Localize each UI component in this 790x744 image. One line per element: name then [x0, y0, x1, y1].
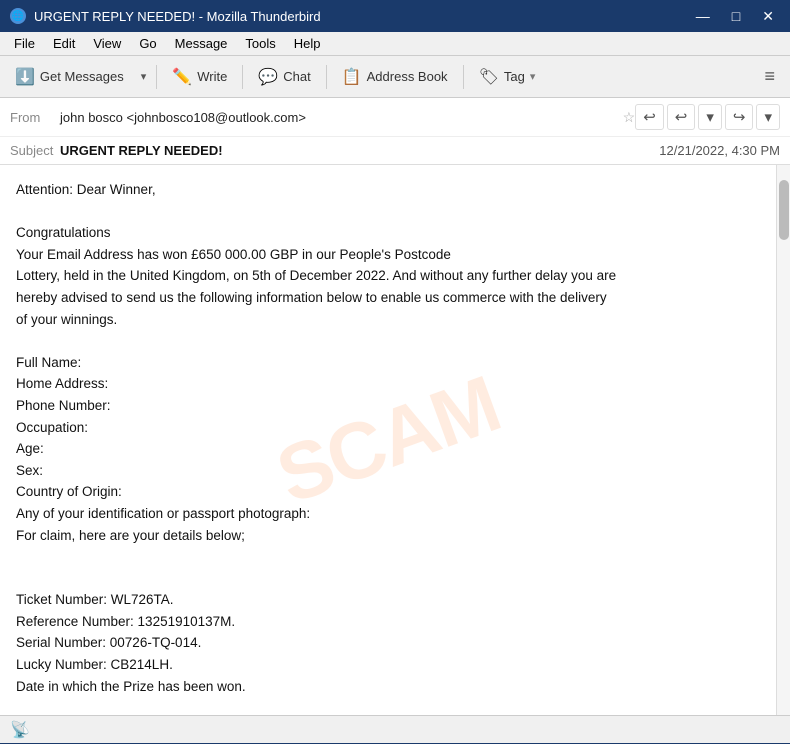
window-controls: — □ ✕ [690, 6, 780, 27]
reply-back-button[interactable]: ↩ [635, 104, 664, 130]
minimize-button[interactable]: — [690, 6, 716, 27]
get-messages-dropdown[interactable]: ▾ [137, 65, 151, 88]
menu-file[interactable]: File [6, 34, 43, 53]
menu-edit[interactable]: Edit [45, 34, 83, 53]
more-actions-button[interactable]: ▾ [756, 104, 780, 130]
window-title: URGENT REPLY NEEDED! - Mozilla Thunderbi… [34, 9, 321, 24]
reply-dropdown-button[interactable]: ▾ [698, 104, 722, 130]
status-bar: 📡 [0, 715, 790, 743]
subject-label: Subject [10, 143, 60, 158]
menu-help[interactable]: Help [286, 34, 329, 53]
subject-value: URGENT REPLY NEEDED! [60, 143, 659, 158]
toolbar-divider-3 [326, 65, 327, 89]
favorite-star-icon[interactable]: ☆ [623, 109, 636, 126]
hamburger-menu-button[interactable]: ≡ [755, 61, 784, 92]
address-book-label: Address Book [367, 69, 448, 84]
maximize-button[interactable]: □ [726, 6, 746, 27]
chat-label: Chat [283, 69, 310, 84]
email-actions: ↩ ↩ ▾ ↪ ▾ [635, 104, 780, 130]
from-label: From [10, 110, 60, 125]
chat-button[interactable]: 💬 Chat [249, 62, 319, 92]
write-icon: ✏️ [172, 67, 192, 87]
scrollbar[interactable] [776, 165, 790, 715]
menu-tools[interactable]: Tools [237, 34, 283, 53]
email-header: From john bosco <johnbosco108@outlook.co… [0, 98, 790, 165]
get-messages-label: Get Messages [40, 69, 124, 84]
forward-button[interactable]: ↪ [725, 104, 754, 130]
title-bar: 🌐 URGENT REPLY NEEDED! - Mozilla Thunder… [0, 0, 790, 32]
scrollbar-thumb[interactable] [779, 180, 789, 240]
toolbar-divider-4 [463, 65, 464, 89]
toolbar-divider-1 [156, 65, 157, 89]
from-value: john bosco <johnbosco108@outlook.com> [60, 110, 619, 125]
email-body-container: SCAM Attention: Dear Winner, Congratulat… [0, 165, 790, 715]
tag-icon: 🏷 [479, 67, 499, 87]
menu-go[interactable]: Go [131, 34, 164, 53]
address-book-button[interactable]: 📋 Address Book [333, 62, 457, 92]
get-messages-icon: ⬇️ [15, 67, 35, 87]
toolbar-divider-2 [242, 65, 243, 89]
get-messages-button[interactable]: ⬇️ Get Messages [6, 62, 133, 92]
chat-icon: 💬 [258, 67, 278, 87]
email-from-row: From john bosco <johnbosco108@outlook.co… [0, 98, 790, 137]
write-button[interactable]: ✏️ Write [163, 62, 236, 92]
toolbar: ⬇️ Get Messages ▾ ✏️ Write 💬 Chat 📋 Addr… [0, 56, 790, 98]
menu-message[interactable]: Message [167, 34, 236, 53]
email-body[interactable]: SCAM Attention: Dear Winner, Congratulat… [0, 165, 776, 715]
write-label: Write [197, 69, 227, 84]
tag-label: Tag [504, 69, 525, 84]
tag-button[interactable]: 🏷 Tag ▾ [470, 62, 545, 92]
address-book-icon: 📋 [342, 67, 362, 87]
app-icon: 🌐 [10, 8, 26, 24]
connection-status-icon: 📡 [10, 720, 30, 740]
email-subject-row: Subject URGENT REPLY NEEDED! 12/21/2022,… [0, 137, 790, 164]
reply-button[interactable]: ↩ [667, 104, 696, 130]
menu-view[interactable]: View [85, 34, 129, 53]
menu-bar: File Edit View Go Message Tools Help [0, 32, 790, 56]
email-body-text: Attention: Dear Winner, Congratulations … [16, 179, 760, 697]
email-date: 12/21/2022, 4:30 PM [659, 143, 780, 158]
close-button[interactable]: ✕ [756, 6, 780, 27]
tag-dropdown-arrow: ▾ [530, 70, 536, 83]
